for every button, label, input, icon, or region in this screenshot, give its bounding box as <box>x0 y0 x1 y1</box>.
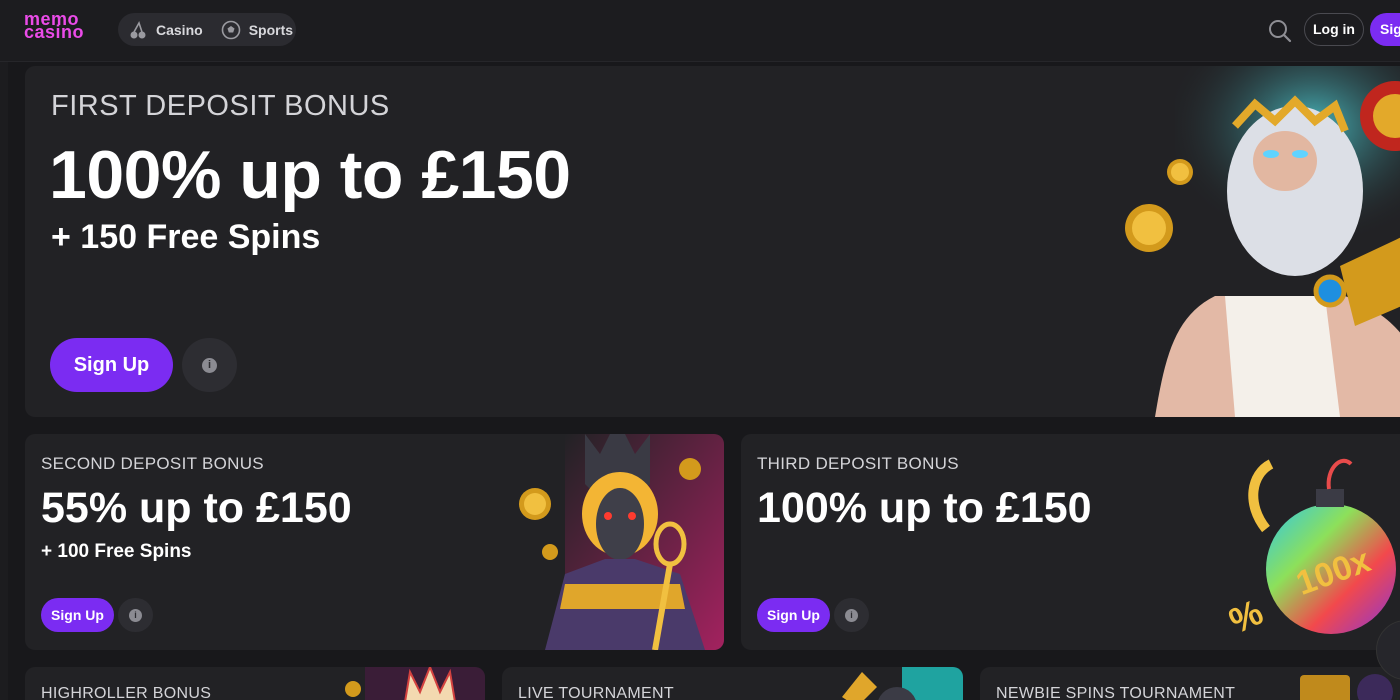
info-icon: i <box>202 357 217 373</box>
card-signup-button[interactable]: Sign Up <box>757 598 830 632</box>
card-subtitle: NEWBIE SPINS TOURNAMENT <box>996 685 1236 700</box>
card-title: 100% up to £150 <box>757 484 1092 532</box>
search-icon <box>1269 20 1292 43</box>
card-subtitle: LIVE TOURNAMENT <box>518 685 674 700</box>
signup-button-header[interactable]: Sign Up <box>1370 13 1400 46</box>
nav-item-sports[interactable]: Sports <box>221 20 293 40</box>
banner-info-button[interactable]: i <box>182 338 237 392</box>
info-icon: i <box>845 608 858 622</box>
memo-casino-logo[interactable]: memo casino <box>24 10 98 46</box>
card-subtitle: HIGHROLLER BONUS <box>41 685 212 700</box>
banner-subtitle: FIRST DEPOSIT BONUS <box>51 90 390 122</box>
svg-text:%: % <box>1223 591 1269 642</box>
banner-signup-button[interactable]: Sign Up <box>50 338 173 392</box>
third-deposit-bonus-card: THIRD DEPOSIT BONUS 100% up to £150 Sign… <box>741 434 1400 650</box>
highroller-bonus-card: HIGHROLLER BONUS <box>25 667 485 700</box>
card-info-button[interactable]: i <box>118 598 153 632</box>
nav-item-label: Sports <box>248 21 294 38</box>
top-bar: memo casino Casino Sports Log in Sign Up <box>0 0 1400 62</box>
nav-item-casino[interactable]: Casino <box>128 20 203 40</box>
card-subtitle: SECOND DEPOSIT BONUS <box>41 454 264 473</box>
banner-free-spins: + 150 Free Spins <box>51 218 321 256</box>
card-subtitle: THIRD DEPOSIT BONUS <box>757 454 959 473</box>
zeus-illustration <box>1125 66 1400 417</box>
left-rail <box>0 62 8 700</box>
search-button[interactable] <box>1266 17 1294 45</box>
first-deposit-bonus-banner: FIRST DEPOSIT BONUS 100% up to £150 + 15… <box>25 66 1400 417</box>
card-free-spins: + 100 Free Spins <box>41 541 192 562</box>
live-tournament-card: LIVE TOURNAMENT <box>502 667 963 700</box>
newbie-spins-illustration <box>1300 674 1393 700</box>
card-info-button[interactable]: i <box>834 598 869 632</box>
nav-item-label: Casino <box>156 21 203 38</box>
football-icon <box>221 20 240 39</box>
second-deposit-bonus-card: SECOND DEPOSIT BONUS 55% up to £150 + 10… <box>25 434 724 650</box>
highroller-illustration <box>345 667 485 700</box>
logo-line-2: casino <box>24 22 85 42</box>
card-title: 55% up to £150 <box>41 484 352 532</box>
main-nav: Casino Sports <box>118 13 296 46</box>
anubis-illustration <box>519 434 724 650</box>
info-icon: i <box>129 608 142 622</box>
cherries-icon <box>130 20 146 38</box>
bonus-bomb-illustration: 100x % <box>1223 458 1396 642</box>
live-tournament-illustration <box>842 667 963 700</box>
card-signup-button[interactable]: Sign Up <box>41 598 114 632</box>
login-button[interactable]: Log in <box>1304 13 1364 46</box>
newbie-spins-tournament-card: NEWBIE SPINS TOURNAMENT <box>980 667 1400 700</box>
banner-title: 100% up to £150 <box>49 137 571 213</box>
